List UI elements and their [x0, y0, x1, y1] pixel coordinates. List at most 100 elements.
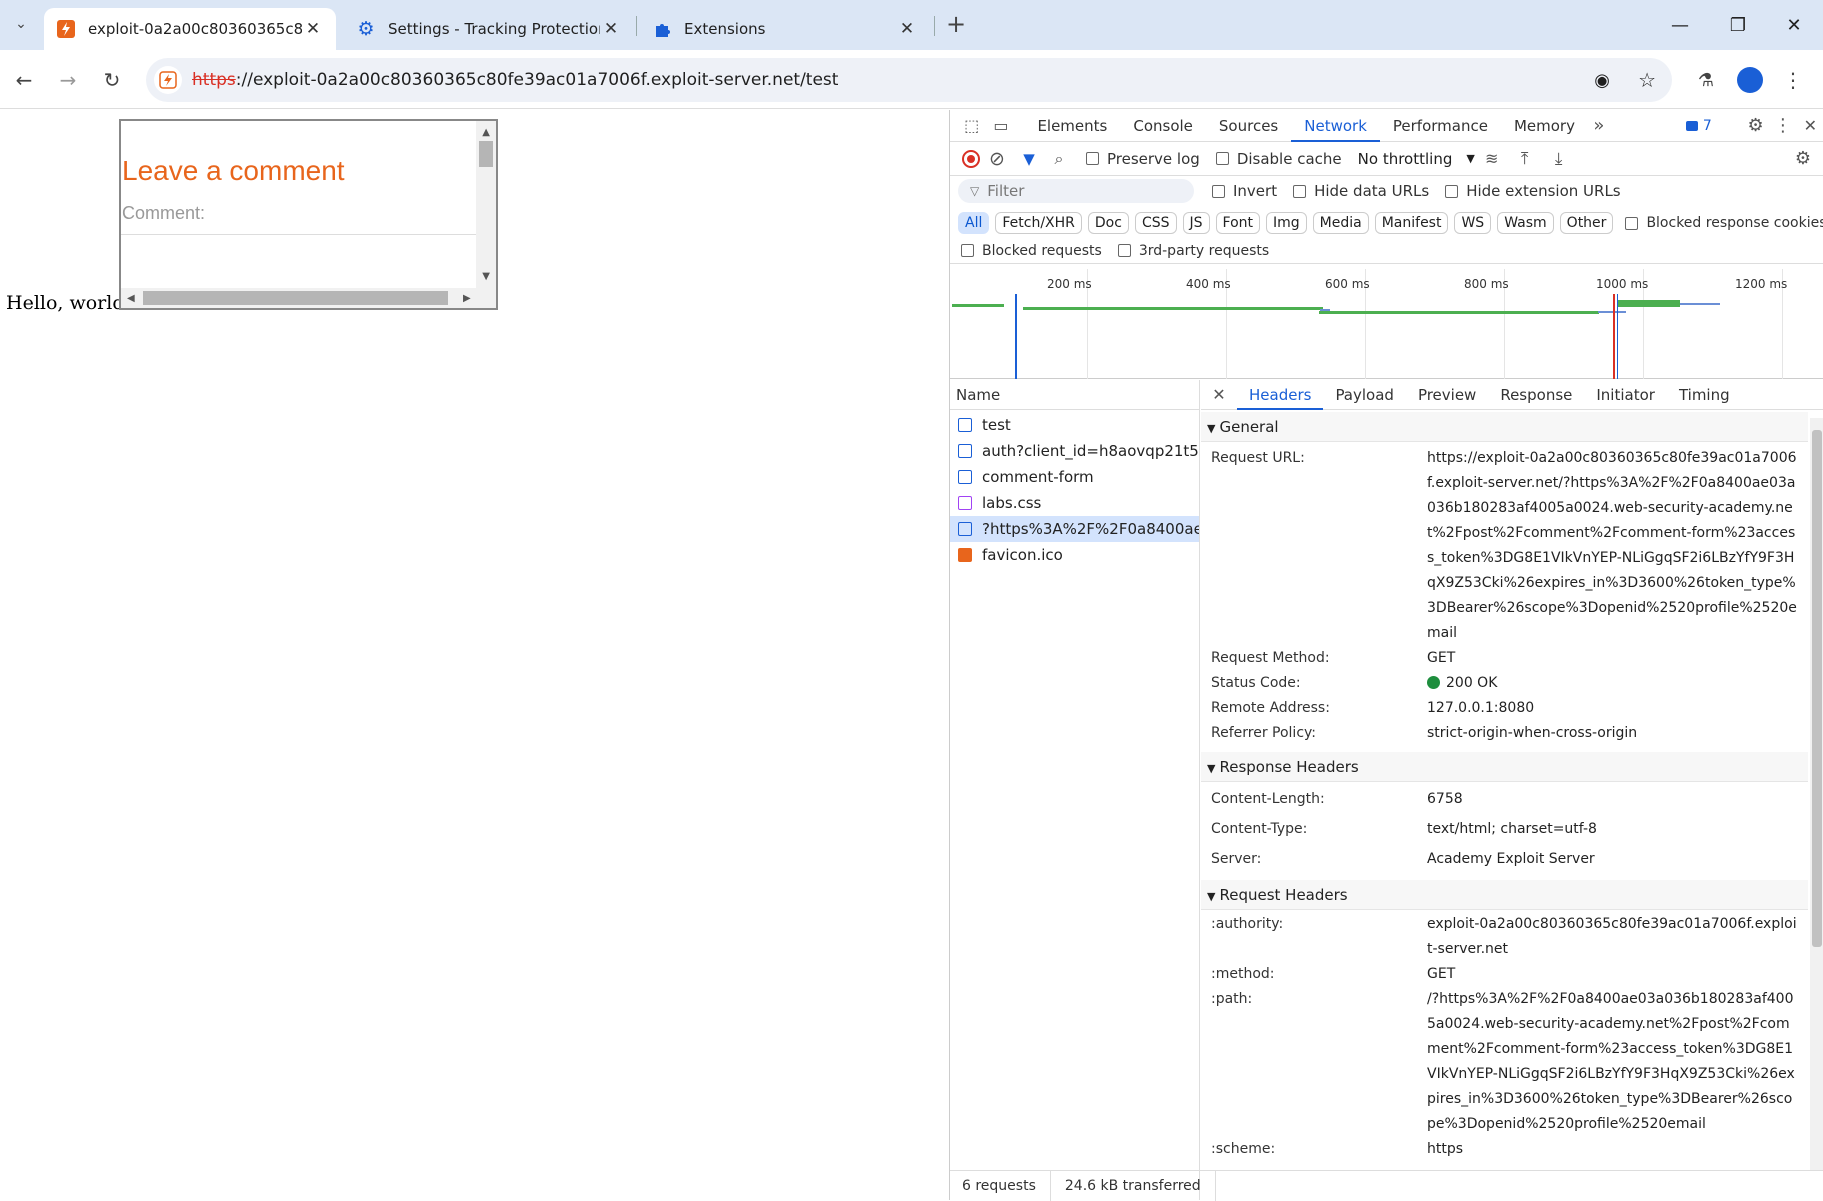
iframe-vertical-thumb[interactable] — [479, 141, 493, 167]
tab-sources[interactable]: Sources — [1206, 110, 1291, 142]
star-icon[interactable]: ☆ — [1638, 68, 1656, 92]
import-har-icon[interactable]: ⤒ — [1508, 149, 1542, 169]
type-filter-img[interactable]: Img — [1266, 212, 1307, 234]
request-row[interactable]: favicon.ico — [950, 542, 1199, 568]
network-settings-icon[interactable]: ⚙ — [1788, 148, 1818, 169]
blocked-cookies-checkbox[interactable]: Blocked response cookies — [1625, 215, 1823, 231]
menu-icon[interactable]: ⋮ — [1778, 62, 1808, 98]
scroll-right-arrow[interactable]: ▶ — [463, 293, 471, 304]
details-scroll-thumb[interactable] — [1812, 430, 1822, 947]
reload-button[interactable]: ↻ — [94, 62, 130, 98]
eye-icon[interactable]: ◉ — [1594, 70, 1610, 91]
tab-performance[interactable]: Performance — [1380, 110, 1501, 142]
search-icon[interactable]: ⌕ — [1044, 149, 1074, 169]
request-row[interactable]: test — [950, 412, 1199, 438]
request-name: auth?client_id=h8aovqp21t5fr... — [982, 442, 1199, 460]
timeline-tick: 400 ms — [1186, 277, 1231, 291]
network-conditions-icon[interactable]: ≋ — [1476, 149, 1508, 168]
type-filter-manifest[interactable]: Manifest — [1374, 212, 1449, 234]
type-filter-font[interactable]: Font — [1215, 212, 1260, 234]
tab-extensions[interactable]: Extensions ✕ — [640, 8, 930, 50]
tab-memory[interactable]: Memory — [1501, 110, 1588, 142]
request-row[interactable]: comment-form — [950, 464, 1199, 490]
request-row[interactable]: labs.css — [950, 490, 1199, 516]
scroll-up-arrow[interactable]: ▲ — [482, 127, 490, 138]
request-name: ?https%3A%2F%2F0a8400ae0... — [982, 520, 1199, 538]
address-bar[interactable]: https://exploit-0a2a00c80360365c80fe39ac… — [146, 58, 1672, 102]
tab-exploit[interactable]: exploit-0a2a00c80360365c80fe ✕ — [44, 8, 336, 50]
network-overview[interactable]: 200 ms 400 ms 600 ms 800 ms 1000 ms 1200… — [950, 269, 1823, 379]
disable-cache-checkbox[interactable]: Disable cache — [1215, 150, 1342, 168]
tab-payload[interactable]: Payload — [1323, 380, 1406, 410]
details-scrollbar[interactable] — [1810, 418, 1823, 1170]
back-button[interactable]: ← — [6, 62, 42, 98]
blocked-requests-checkbox[interactable]: Blocked requests — [961, 243, 1102, 259]
tab-elements[interactable]: Elements — [1024, 110, 1120, 142]
lab-icon — [56, 19, 76, 39]
hide-data-urls-checkbox[interactable]: Hide data URLs — [1293, 182, 1429, 200]
type-filter-js[interactable]: JS — [1182, 212, 1210, 234]
close-icon[interactable]: ✕ — [1201, 385, 1237, 404]
site-info-icon[interactable] — [154, 66, 182, 94]
request-row[interactable]: auth?client_id=h8aovqp21t5fr... — [950, 438, 1199, 464]
restore-button[interactable]: ❐ — [1709, 0, 1767, 50]
forward-button[interactable]: → — [50, 62, 86, 98]
type-filter-media[interactable]: Media — [1312, 212, 1369, 234]
hide-extension-urls-checkbox[interactable]: Hide extension URLs — [1445, 182, 1621, 200]
type-filter-fetch[interactable]: Fetch/XHR — [995, 212, 1082, 234]
preserve-log-checkbox[interactable]: Preserve log — [1086, 150, 1200, 168]
filter-icon[interactable]: ▼ — [1014, 150, 1044, 168]
response-headers-title: Response Headers — [1219, 758, 1359, 776]
labs-icon[interactable]: ⚗ — [1688, 62, 1724, 98]
scroll-left-arrow[interactable]: ◀ — [127, 293, 135, 304]
device-toolbar-icon[interactable]: ▭ — [985, 116, 1016, 135]
type-filter-doc[interactable]: Doc — [1087, 212, 1129, 234]
export-har-icon[interactable]: ⤓ — [1542, 149, 1576, 169]
inspect-icon[interactable]: ⬚ — [958, 116, 985, 135]
tab-initiator[interactable]: Initiator — [1584, 380, 1667, 410]
tab-settings[interactable]: ⚙ Settings - Tracking Protection ✕ — [344, 8, 634, 50]
avatar[interactable] — [1732, 62, 1768, 98]
tab-console[interactable]: Console — [1120, 110, 1206, 142]
throttling-select[interactable]: No throttling ▼ — [1358, 150, 1476, 168]
tab-network[interactable]: Network — [1291, 110, 1380, 142]
close-icon[interactable]: ✕ — [896, 19, 918, 39]
tab-response[interactable]: Response — [1488, 380, 1584, 410]
tab-preview[interactable]: Preview — [1406, 380, 1488, 410]
more-tabs-icon[interactable]: » — [1588, 115, 1610, 136]
chevron-down-icon: ▼ — [1466, 152, 1475, 165]
close-icon[interactable]: ✕ — [600, 19, 622, 39]
third-party-checkbox[interactable]: 3rd-party requests — [1117, 243, 1269, 259]
type-filter-wasm[interactable]: Wasm — [1497, 212, 1554, 234]
window-close-button[interactable]: ✕ — [1765, 0, 1823, 50]
type-filter-all[interactable]: All — [958, 212, 990, 234]
response-headers-section-header[interactable]: ▼ Response Headers — [1201, 752, 1808, 782]
request-name: test — [982, 416, 1011, 434]
minimize-button[interactable]: — — [1651, 0, 1709, 50]
type-filter-ws[interactable]: WS — [1454, 212, 1492, 234]
close-devtools-icon[interactable]: ✕ — [1797, 116, 1823, 135]
header-key: Request Method: — [1211, 650, 1330, 666]
record-icon[interactable] — [962, 149, 980, 168]
type-filter-css[interactable]: CSS — [1134, 212, 1177, 234]
new-tab-button[interactable]: + — [938, 6, 974, 42]
general-section-header[interactable]: ▼ General — [1201, 412, 1808, 442]
scroll-down-arrow[interactable]: ▼ — [482, 271, 490, 282]
name-column-header[interactable]: Name — [950, 380, 1199, 410]
embedded-iframe[interactable]: Leave a comment Comment: ▲ ▼ ◀ ▶ — [119, 119, 498, 310]
settings-icon[interactable]: ⚙ — [1742, 115, 1769, 136]
close-icon[interactable]: ✕ — [302, 19, 324, 39]
request-headers-section-header[interactable]: ▼ Request Headers — [1201, 880, 1808, 910]
tab-timing[interactable]: Timing — [1667, 380, 1742, 410]
invert-checkbox[interactable]: Invert — [1212, 182, 1277, 200]
iframe-horizontal-thumb[interactable] — [143, 291, 448, 305]
tab-headers[interactable]: Headers — [1237, 380, 1324, 410]
request-row[interactable]: ?https%3A%2F%2F0a8400ae0... — [950, 516, 1199, 542]
clear-icon[interactable]: ⊘ — [980, 148, 1014, 170]
tab-search-button[interactable]: ⌄ — [4, 6, 38, 42]
issues-badge[interactable]: 7 — [1685, 118, 1712, 134]
more-options-icon[interactable]: ⋮ — [1769, 115, 1796, 136]
type-filter-other[interactable]: Other — [1559, 212, 1614, 234]
url-rest: ://exploit-0a2a00c80360365c80fe39ac01a70… — [235, 70, 839, 90]
filter-input[interactable]: ▽ Filter — [958, 179, 1194, 203]
